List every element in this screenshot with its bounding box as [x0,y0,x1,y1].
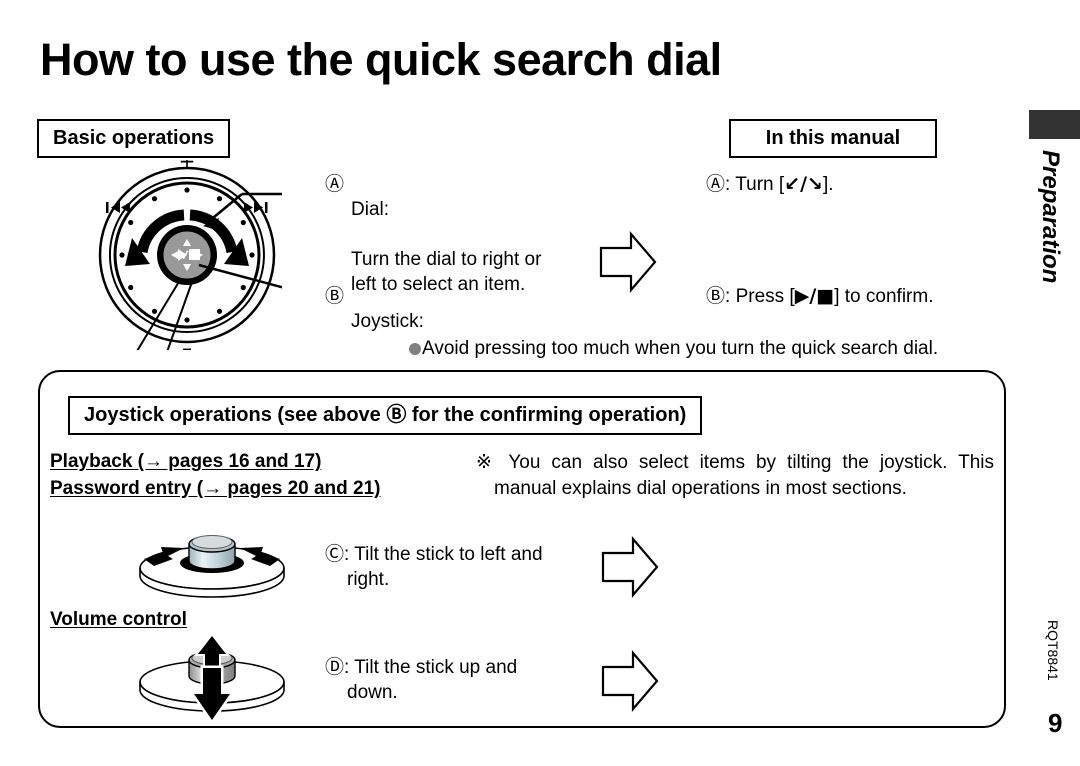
joystick-operation-title: Joystick: [351,311,424,332]
page-title: How to use the quick search dial [40,34,722,85]
joystick-up-down-icon [132,632,292,727]
bullet-dot-icon [409,343,421,355]
tilt-c-line2: right. [347,569,390,590]
svg-text:+: + [179,160,196,173]
tilt-c-line1: : Tilt the stick to left and [344,544,543,565]
sub-heading-playback: Playback (→ pages 16 and 17) [50,451,322,472]
chapter-tab-marker [1029,110,1080,139]
sub-heading-volume-control: Volume control [50,609,187,630]
manual-b-prefix: : Press [ [725,286,795,307]
right-block-arrow-icon [598,231,658,298]
chapter-label: Preparation [1037,150,1064,284]
quick-search-dial-icon: + – [92,149,338,367]
manual-line-a: Ⓐ: Turn [↙/↘]. [706,172,834,197]
manual-a-prefix: : Turn [ [725,174,785,195]
marker-a-manual: Ⓐ [706,173,726,195]
tilt-d-line1: : Tilt the stick up and [344,657,518,678]
in-this-manual-heading: In this manual [729,119,937,158]
marker-a: Ⓐ [325,173,345,195]
manual-a-suffix: ]. [822,174,834,195]
tilting-note: ※ You can also select items by tilting t… [476,450,994,502]
avoid-pressing-note-text: Avoid pressing too much when you turn th… [422,338,939,359]
turn-dial-glyph-icon: ↙/↘ [784,173,823,195]
marker-b-manual: Ⓑ [706,285,726,307]
basic-operations-heading: Basic operations [37,119,231,158]
joystick-operations-heading: Joystick operations (see above Ⓑ for the… [68,396,703,435]
note-mark-icon: ※ [476,452,498,473]
marker-d: Ⓓ [325,656,345,678]
document-code: RQT8841 [1045,620,1061,681]
svg-text:–: – [182,336,192,350]
sub-heading-password-entry: Password entry (→ pages 20 and 21) [50,478,381,499]
manual-b-suffix: ] to confirm. [834,286,934,307]
manual-line-b: Ⓑ: Press [▶/■] to confirm. [706,284,933,309]
tilt-left-right-text: Ⓒ: Tilt the stick to left and right. [325,542,575,592]
dial-operation-title: Dial: [351,199,390,220]
page-number: 9 [1048,708,1063,738]
play-stop-glyph-icon: ▶/■ [794,285,835,307]
right-block-arrow-icon-c [600,536,660,603]
tilt-up-down-text: Ⓓ: Tilt the stick up and down. [325,655,575,705]
marker-b: Ⓑ [325,285,345,307]
tilting-note-text: You can also select items by tilting the… [494,452,994,499]
joystick-left-right-icon [132,528,292,603]
marker-c: Ⓒ [325,543,345,565]
avoid-pressing-note: Avoid pressing too much when you turn th… [409,337,938,361]
tilt-d-line2: down. [347,682,398,703]
right-block-arrow-icon-d [600,650,660,717]
